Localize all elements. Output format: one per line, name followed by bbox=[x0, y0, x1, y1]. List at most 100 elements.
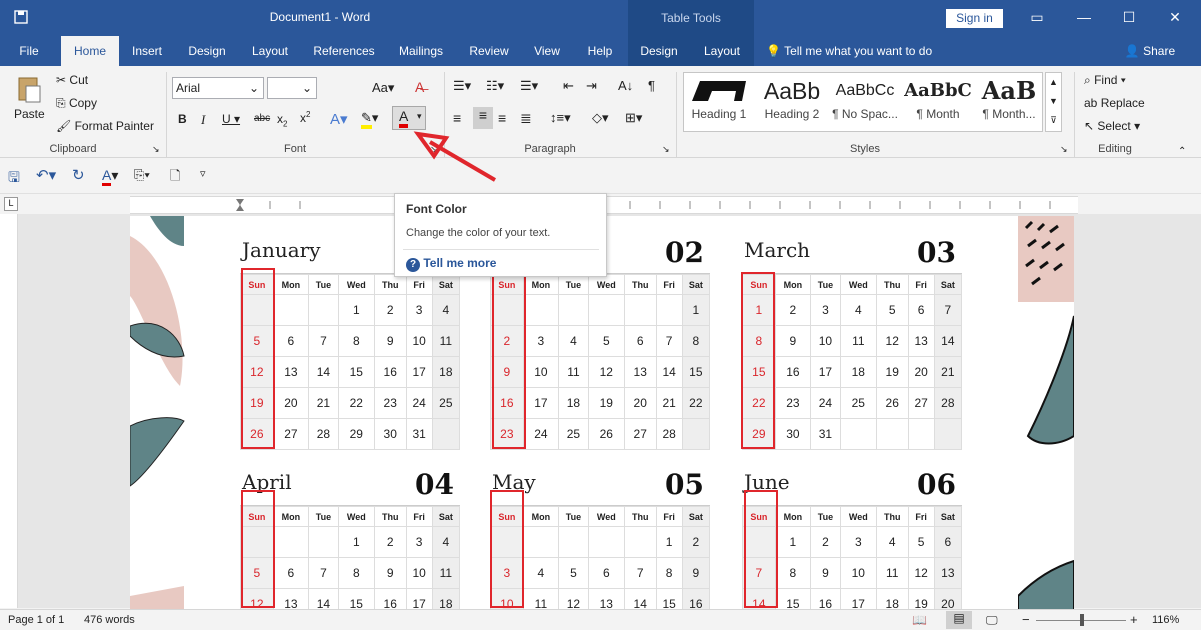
day-cell[interactable] bbox=[839, 418, 877, 450]
day-cell[interactable]: 17 bbox=[839, 588, 877, 610]
italic-button[interactable]: I bbox=[201, 112, 205, 128]
day-cell[interactable]: 7 bbox=[308, 325, 339, 357]
day-cell[interactable] bbox=[623, 526, 657, 558]
font-size-combo[interactable]: ⌄ bbox=[267, 77, 317, 99]
line-spacing-icon[interactable]: ↕≡▾ bbox=[550, 110, 571, 126]
day-cell[interactable]: 12 bbox=[875, 325, 909, 357]
day-cell[interactable]: 2 bbox=[373, 526, 407, 558]
day-cell[interactable] bbox=[907, 418, 935, 450]
tab-view[interactable]: View bbox=[526, 36, 568, 66]
day-cell[interactable]: 20 bbox=[933, 588, 963, 610]
day-cell[interactable]: 30 bbox=[774, 418, 812, 450]
justify-icon[interactable]: ≣ bbox=[520, 110, 532, 127]
day-cell[interactable]: 5 bbox=[587, 325, 625, 357]
day-cell[interactable]: 19 bbox=[587, 387, 625, 419]
day-cell[interactable]: 2 bbox=[681, 526, 711, 558]
undo-icon[interactable]: ↶▾ bbox=[36, 166, 56, 184]
day-cell[interactable]: 5 bbox=[558, 557, 589, 589]
vertical-ruler[interactable] bbox=[0, 214, 18, 608]
day-cell[interactable]: 22 bbox=[337, 387, 375, 419]
day-cell[interactable]: 7 bbox=[933, 294, 963, 326]
day-cell[interactable]: 12 bbox=[907, 557, 935, 589]
day-cell[interactable]: 15 bbox=[681, 356, 711, 388]
style-heading-1[interactable]: Heading 1 bbox=[684, 75, 754, 131]
style-month[interactable]: AaBbC ¶ Month bbox=[903, 75, 973, 131]
shading-icon[interactable]: ◇▾ bbox=[592, 110, 609, 126]
day-cell[interactable]: 6 bbox=[907, 294, 935, 326]
day-cell[interactable] bbox=[875, 418, 909, 450]
tab-file[interactable]: File bbox=[8, 36, 50, 66]
day-cell[interactable]: 16 bbox=[810, 588, 841, 610]
day-cell[interactable]: 10 bbox=[522, 356, 560, 388]
day-cell[interactable]: 4 bbox=[839, 294, 877, 326]
day-cell[interactable]: 8 bbox=[774, 557, 812, 589]
paragraph-launcher-icon[interactable]: ↘ bbox=[662, 144, 670, 155]
day-cell[interactable]: 15 bbox=[774, 588, 812, 610]
sign-in-button[interactable]: Sign in bbox=[946, 9, 1003, 28]
borders-icon[interactable]: ⊞▾ bbox=[625, 110, 642, 126]
zoom-in-icon[interactable]: + bbox=[1130, 612, 1138, 627]
underline-button[interactable]: U ▾ bbox=[222, 112, 240, 126]
paste-icon[interactable] bbox=[16, 74, 44, 104]
month-table[interactable]: Sun Mon Tue Wed Thu Fri Sat 1 2 3 4 5 6 7 8 9 10 11 12 13 14… bbox=[742, 274, 963, 450]
day-cell[interactable]: 14 bbox=[623, 588, 657, 610]
multilevel-list-icon[interactable]: ☰▾ bbox=[520, 78, 538, 94]
day-cell[interactable]: 11 bbox=[431, 557, 461, 589]
decrease-indent-icon[interactable]: ⇤ bbox=[563, 78, 574, 94]
day-cell[interactable]: 4 bbox=[431, 294, 461, 326]
customize-qat-icon[interactable]: ▿ bbox=[200, 167, 206, 180]
styles-launcher-icon[interactable]: ↘ bbox=[1060, 144, 1068, 155]
day-cell[interactable] bbox=[655, 294, 683, 326]
day-cell[interactable]: 17 bbox=[405, 356, 433, 388]
day-cell[interactable]: 21 bbox=[655, 387, 683, 419]
text-effects-icon[interactable]: A▾ bbox=[330, 110, 348, 128]
day-cell[interactable]: 16 bbox=[774, 356, 812, 388]
day-cell[interactable]: 30 bbox=[373, 418, 407, 450]
day-cell[interactable]: 13 bbox=[623, 356, 657, 388]
day-cell[interactable]: 13 bbox=[933, 557, 963, 589]
day-cell[interactable]: 3 bbox=[405, 294, 433, 326]
day-cell[interactable]: 7 bbox=[655, 325, 683, 357]
highlight-color-icon[interactable]: ✎▾ bbox=[361, 110, 378, 129]
day-cell[interactable]: 18 bbox=[875, 588, 909, 610]
day-cell[interactable]: 12 bbox=[587, 356, 625, 388]
day-cell[interactable]: 18 bbox=[431, 356, 461, 388]
minimize-icon[interactable]: — bbox=[1069, 6, 1099, 28]
tab-insert[interactable]: Insert bbox=[124, 36, 170, 66]
paste-special-icon[interactable]: ⎘▾ bbox=[134, 167, 150, 183]
day-cell[interactable]: 8 bbox=[337, 325, 375, 357]
day-cell[interactable]: 4 bbox=[875, 526, 909, 558]
day-cell[interactable]: 28 bbox=[308, 418, 339, 450]
styles-scroll-buttons[interactable]: ▲ ▼ ⊽ bbox=[1045, 72, 1062, 132]
day-cell[interactable]: 31 bbox=[810, 418, 841, 450]
strikethrough-button[interactable]: abc bbox=[254, 113, 270, 124]
day-cell[interactable]: 3 bbox=[810, 294, 841, 326]
font-name-combo[interactable]: Arial ⌄ bbox=[172, 77, 264, 99]
day-cell[interactable]: 20 bbox=[623, 387, 657, 419]
day-cell[interactable]: 24 bbox=[522, 418, 560, 450]
tab-selector-icon[interactable]: L bbox=[4, 197, 18, 211]
day-cell[interactable]: 25 bbox=[558, 418, 589, 450]
paste-button[interactable]: Paste bbox=[14, 107, 45, 121]
select-button[interactable]: ↖ Select ▾ bbox=[1084, 119, 1140, 133]
tab-references[interactable]: References bbox=[306, 36, 382, 66]
day-cell[interactable]: 3 bbox=[405, 526, 433, 558]
tab-home[interactable]: Home bbox=[61, 36, 119, 66]
day-cell[interactable]: 24 bbox=[405, 387, 433, 419]
style-month-2[interactable]: AaB ¶ Month... bbox=[974, 75, 1044, 131]
bold-button[interactable]: B bbox=[178, 112, 187, 126]
zoom-slider-thumb[interactable] bbox=[1080, 614, 1084, 626]
day-cell[interactable]: 10 bbox=[810, 325, 841, 357]
day-cell[interactable]: 9 bbox=[810, 557, 841, 589]
word-count[interactable]: 476 words bbox=[84, 614, 135, 626]
day-cell[interactable]: 18 bbox=[839, 356, 877, 388]
day-cell[interactable]: 6 bbox=[933, 526, 963, 558]
day-cell[interactable]: 8 bbox=[681, 325, 711, 357]
ribbon-display-icon[interactable]: ▭ bbox=[1022, 6, 1052, 28]
day-cell[interactable]: 26 bbox=[875, 387, 909, 419]
read-mode-icon[interactable]: 📖 bbox=[912, 613, 927, 627]
web-layout-icon[interactable]: 🖵 bbox=[986, 613, 998, 628]
day-cell[interactable]: 9 bbox=[373, 325, 407, 357]
day-cell[interactable] bbox=[681, 418, 711, 450]
day-cell[interactable]: 16 bbox=[373, 356, 407, 388]
